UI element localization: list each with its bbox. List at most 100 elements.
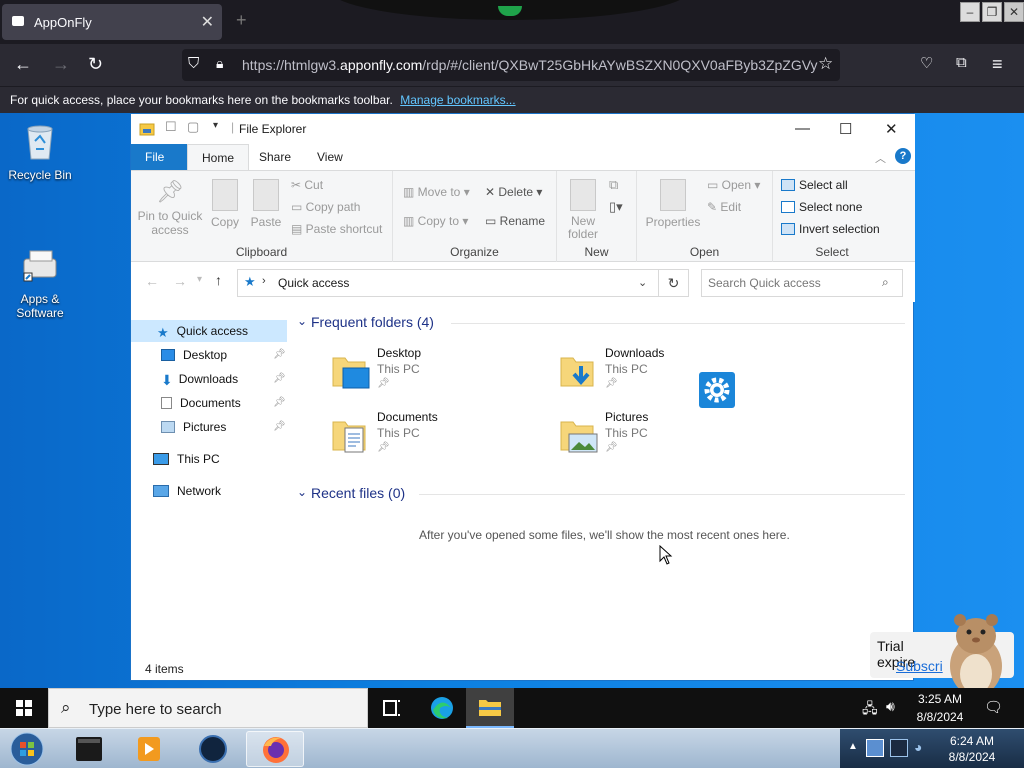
copy-to-button[interactable]: ▥ Copy to ▾ (403, 214, 468, 228)
start-orb-icon[interactable] (0, 731, 54, 767)
extensions-icon[interactable]: ⧉ (956, 54, 967, 71)
close-icon[interactable]: ✕ (885, 120, 898, 138)
help-icon[interactable]: ? (895, 148, 911, 164)
tab-home[interactable]: Home (187, 144, 250, 170)
nav-item-downloads[interactable]: ⬇ Downloads 📌︎ (161, 368, 287, 390)
nav-item-desktop[interactable]: Desktop 📌︎ (161, 344, 287, 366)
breadcrumb[interactable]: Quick access (278, 276, 349, 290)
bookmark-star-icon[interactable]: ☆ (818, 54, 833, 74)
tab-share[interactable]: Share (245, 144, 305, 170)
recent-locations-icon[interactable]: ▾ (197, 274, 202, 285)
open-button[interactable]: ▭ Open ▾ (707, 178, 760, 192)
start-button[interactable] (0, 688, 48, 728)
collapse-ribbon-icon[interactable]: ︿ (875, 150, 886, 166)
back-arrow-icon[interactable]: ← (145, 273, 159, 289)
breadcrumb-chevron-icon[interactable]: › (262, 275, 266, 287)
close-tab-icon[interactable]: ✕ (201, 12, 214, 32)
select-none-button[interactable]: Select none (781, 200, 862, 214)
tab-view[interactable]: View (303, 144, 357, 170)
refresh-icon[interactable]: ↻ (659, 269, 689, 297)
search-input[interactable] (708, 271, 878, 295)
desktop-icon-recycle-bin[interactable]: Recycle Bin (0, 121, 80, 182)
edit-button[interactable]: ✎ Edit (707, 200, 741, 214)
remote-clock[interactable]: 3:25 AM 8/8/2024 (910, 690, 970, 726)
file-explorer-taskbar-icon[interactable] (466, 688, 514, 728)
url-bar[interactable]: ⛉ 🔒︎ https://htmlgw3.apponfly.com/rdp/#/… (182, 49, 840, 81)
minimize-icon[interactable]: — (795, 120, 810, 137)
invert-selection-button[interactable]: Invert selection (781, 222, 880, 236)
edge-browser-icon[interactable] (418, 688, 466, 728)
pin-icon[interactable]: 📌︎ (273, 344, 286, 366)
volume-icon[interactable]: 🔊︎ (886, 698, 895, 715)
pocket-icon[interactable]: ♡ (920, 54, 933, 72)
nav-item-documents[interactable]: Documents 📌︎ (161, 392, 287, 414)
taskbar-search[interactable]: ⌕ Type here to search (48, 688, 368, 728)
new-item-icon[interactable]: ⧉ (609, 177, 618, 193)
title-bar[interactable]: ☐ ▢ ▾ | File Explorer — ☐ ✕ (131, 114, 915, 144)
nav-item-pictures[interactable]: Pictures 📌︎ (161, 416, 287, 438)
manage-bookmarks-link[interactable]: Manage bookmarks... (400, 93, 515, 107)
reload-icon[interactable]: ↻ (88, 54, 103, 75)
nav-item-quick-access[interactable]: ★ Quick access (131, 320, 287, 342)
customize-qat-icon[interactable]: ▾ (213, 120, 218, 131)
rename-button[interactable]: ▭ Rename (485, 214, 545, 228)
nav-item-this-pc[interactable]: This PC (153, 448, 220, 470)
terminal-app-icon[interactable] (60, 731, 118, 767)
lock-icon[interactable]: 🔒︎ (216, 55, 223, 72)
notification-icon[interactable]: 🗨︎ (984, 698, 1003, 716)
paste-shortcut-button[interactable]: ▤ Paste shortcut (291, 222, 382, 236)
folder-tile-downloads[interactable]: Downloads This PC 📌︎ (559, 346, 779, 406)
display-tray-icon[interactable] (890, 739, 908, 757)
maximize-icon[interactable]: ☐ (839, 120, 852, 138)
cut-button[interactable]: ✂ Cut (291, 178, 323, 192)
pin-icon[interactable]: 📌︎ (273, 392, 286, 414)
host-clock[interactable]: 6:24 AM 8/8/2024 (942, 733, 1002, 765)
desktop-icon-apps-software[interactable]: Apps & Software (0, 245, 80, 320)
up-arrow-icon[interactable]: ↑ (215, 272, 222, 288)
folder-tile-desktop[interactable]: Desktop This PC 📌︎ (331, 346, 551, 406)
minimize-icon[interactable]: – (960, 2, 980, 22)
move-to-button[interactable]: ▥ Move to ▾ (403, 185, 470, 199)
shield-icon[interactable]: ⛉ (188, 55, 199, 72)
address-dropdown-icon[interactable]: ⌄ (638, 276, 647, 289)
new-folder-button[interactable]: New folder (565, 179, 601, 241)
copy-path-button[interactable]: ▭ Copy path (291, 200, 360, 214)
show-hidden-icons-icon[interactable]: ▲ (848, 741, 858, 752)
collapse-chevron-icon[interactable]: ⌄ (297, 314, 307, 328)
globe-app-icon[interactable] (184, 731, 242, 767)
easy-access-icon[interactable]: ▯▾ (609, 199, 623, 215)
recent-files-header[interactable]: Recent files (0) (311, 485, 405, 501)
network-status-icon[interactable]: ◕ (914, 739, 922, 755)
address-bar[interactable]: ★ › Quick access ⌄ (237, 269, 659, 297)
delete-button[interactable]: ✕ Delete ▾ (485, 185, 542, 199)
back-arrow-icon[interactable]: ← (14, 54, 32, 75)
select-all-button[interactable]: Select all (781, 178, 848, 192)
collapse-chevron-icon[interactable]: ⌄ (297, 485, 307, 499)
copy-button[interactable]: Copy (209, 179, 241, 229)
search-icon[interactable]: ⌕ (882, 275, 889, 290)
restore-icon[interactable]: ❐ (982, 2, 1002, 22)
menu-icon[interactable]: ≡ (992, 54, 1003, 75)
tray-app-icon[interactable] (866, 739, 884, 757)
properties-qat-icon[interactable]: ☐ (165, 119, 177, 135)
tab-file[interactable]: File (131, 144, 187, 170)
new-folder-qat-icon[interactable]: ▢ (187, 119, 199, 135)
remote-toolbar-handle[interactable] (330, 0, 690, 20)
forward-arrow-icon[interactable]: → (52, 54, 70, 75)
paste-button[interactable]: Paste (249, 179, 283, 229)
properties-button[interactable]: Properties (645, 179, 701, 229)
folder-tile-documents[interactable]: Documents This PC 📌︎ (331, 410, 551, 470)
pin-quick-access-button[interactable]: 📌︎ Pin to Quick access (137, 179, 203, 237)
browser-tab[interactable]: AppOnFly ✕ (2, 4, 222, 40)
settings-gear-icon[interactable] (699, 372, 735, 408)
folder-tile-pictures[interactable]: Pictures This PC 📌︎ (559, 410, 779, 470)
frequent-folders-header[interactable]: Frequent folders (4) (311, 314, 434, 330)
network-tray-icon[interactable]: 🖧︎ (862, 698, 878, 722)
pin-icon[interactable]: 📌︎ (273, 368, 286, 390)
forward-arrow-icon[interactable]: → (173, 273, 187, 289)
subscribe-link[interactable]: Subscri (896, 658, 943, 674)
close-icon[interactable]: ✕ (1004, 2, 1024, 22)
new-tab-icon[interactable]: + (236, 10, 247, 31)
pin-icon[interactable]: 📌︎ (273, 416, 286, 438)
media-player-icon[interactable] (120, 731, 178, 767)
